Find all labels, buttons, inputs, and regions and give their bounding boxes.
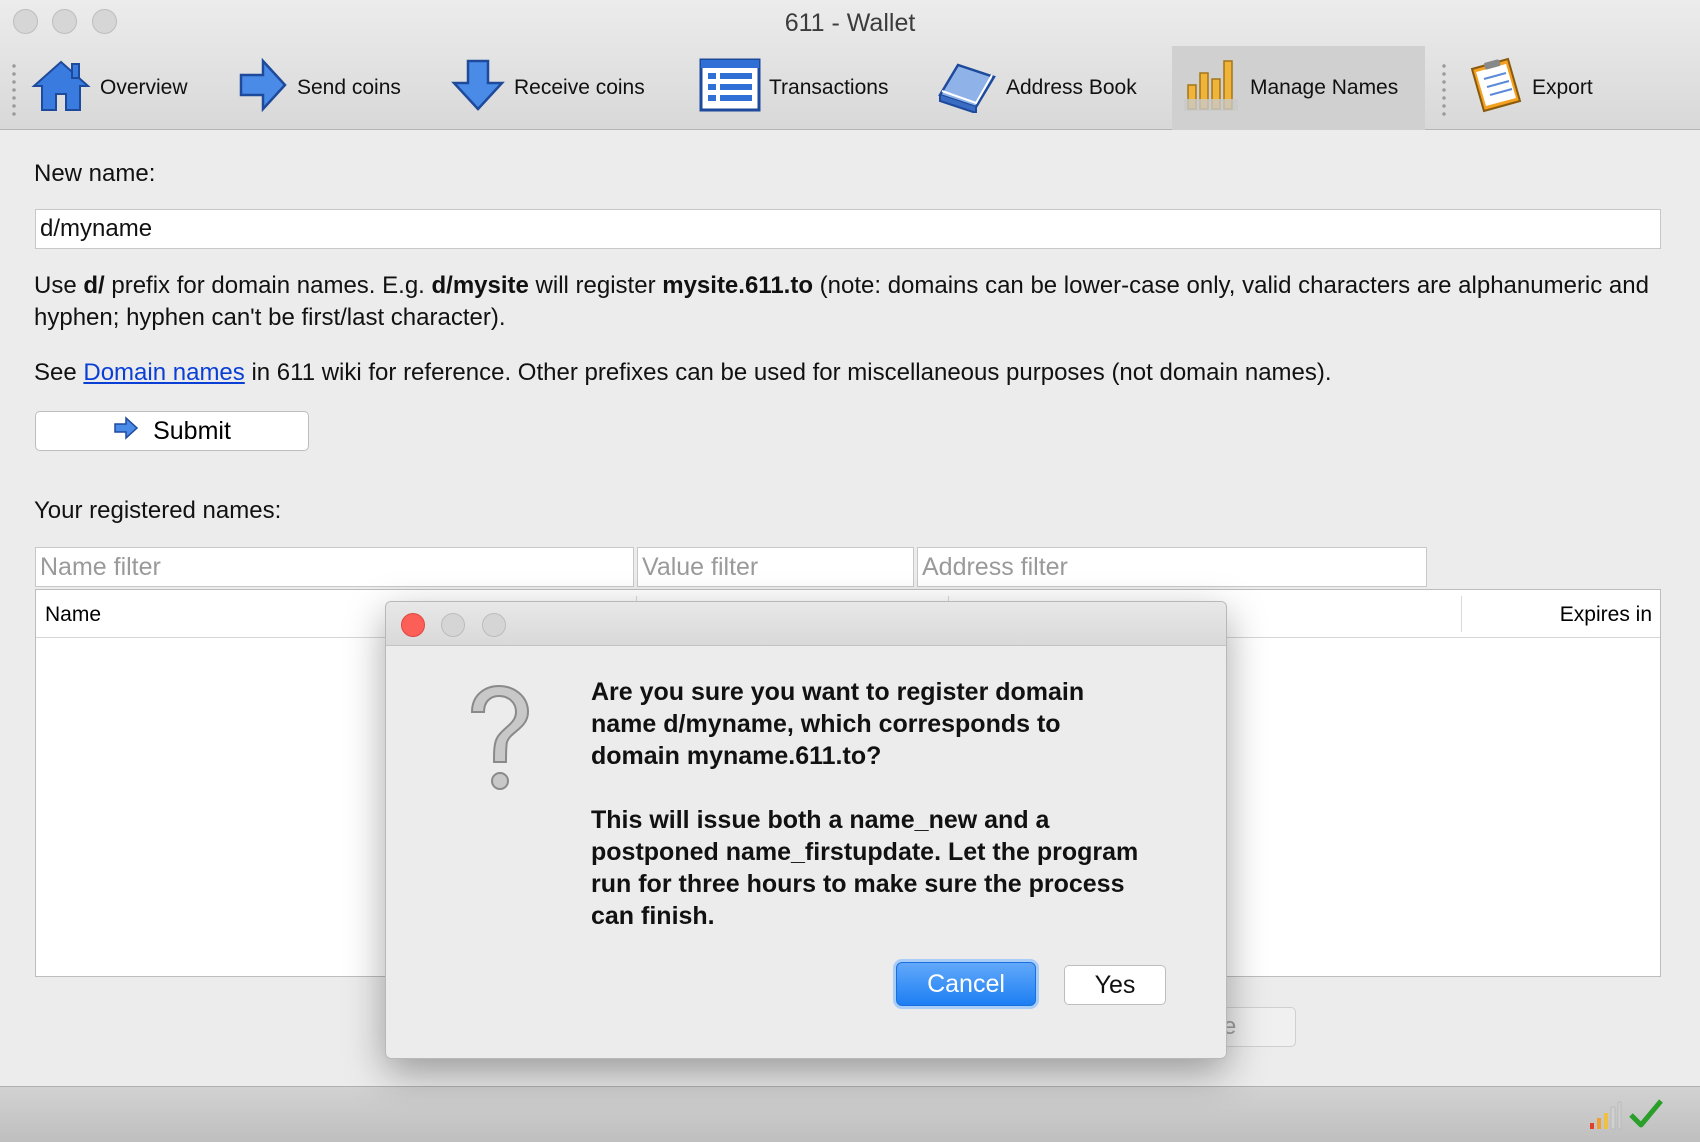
arrow-right-icon [113,415,153,447]
dialog-close-button[interactable] [401,613,425,637]
home-icon [30,56,100,120]
name-filter-input[interactable]: Name filter [35,547,634,587]
new-name-label: New name: [34,160,156,187]
status-bar [0,1086,1700,1142]
toolbar-send-label: Send coins [297,76,401,99]
new-name-input[interactable]: d/myname [35,209,1661,249]
toolbar-overview[interactable]: Overview [30,46,188,130]
question-mark-icon [462,682,536,799]
confirm-register-dialog: Are you sure you want to register domain… [385,601,1227,1059]
toolbar-transactions-label: Transactions [769,76,889,99]
registered-names-label: Your registered names: [34,497,282,524]
window-title: 611 - Wallet [784,9,916,37]
toolbar-send-coins[interactable]: Send coins [237,46,401,130]
dialog-minimize-button [441,613,465,637]
clipboard-icon [1462,55,1532,121]
submit-button[interactable]: Submit [35,411,309,451]
help-text-reference: See Domain names in 611 wiki for referen… [34,359,1332,386]
signal-bars-icon [1588,1101,1622,1136]
toolbar-grip[interactable] [12,62,16,118]
dialog-zoom-button [482,613,506,637]
dialog-message: Are you sure you want to register domain… [591,676,1151,932]
toolbar-manage-names-label: Manage Names [1250,76,1399,99]
dialog-titlebar [386,602,1226,646]
value-filter-input[interactable]: Value filter [637,547,914,587]
toolbar-receive-label: Receive coins [514,76,645,99]
toolbar-address-book-label: Address Book [1006,76,1137,99]
main-toolbar: Overview Send coins Receive coins Transa… [0,46,1700,130]
window-titlebar: 611 - Wallet Overview Send coins Receive… [0,0,1700,130]
toolbar-export-label: Export [1532,76,1593,99]
column-header-expires[interactable]: Expires in [1560,603,1652,627]
address-filter-input[interactable]: Address filter [917,547,1427,587]
dialog-message-line1: Are you sure you want to register domain… [591,678,1085,770]
list-icon [699,58,769,118]
toolbar-export[interactable]: Export [1462,46,1593,130]
arrow-down-icon [450,57,514,119]
dialog-message-line2: This will issue both a name_new and a po… [591,806,1139,930]
domain-names-link[interactable]: Domain names [83,359,244,386]
toolbar-grip[interactable] [1442,62,1446,118]
checkmark-icon [1628,1097,1664,1136]
submit-label: Submit [153,416,231,445]
cancel-button[interactable]: Cancel [896,962,1036,1006]
toolbar-transactions[interactable]: Transactions [699,46,888,130]
toolbar-address-book[interactable]: Address Book [936,46,1137,130]
arrow-right-icon [237,57,297,119]
toolbar-manage-names[interactable]: Manage Names [1172,46,1425,130]
toolbar-overview-label: Overview [100,76,188,99]
column-header-name[interactable]: Name [45,603,101,627]
yes-button[interactable]: Yes [1064,965,1166,1005]
toolbar-receive-coins[interactable]: Receive coins [450,46,645,130]
book-icon [936,57,1006,119]
chart-bars-icon [1182,55,1250,121]
help-text-domain: Use d/ prefix for domain names. E.g. d/m… [34,272,1649,331]
